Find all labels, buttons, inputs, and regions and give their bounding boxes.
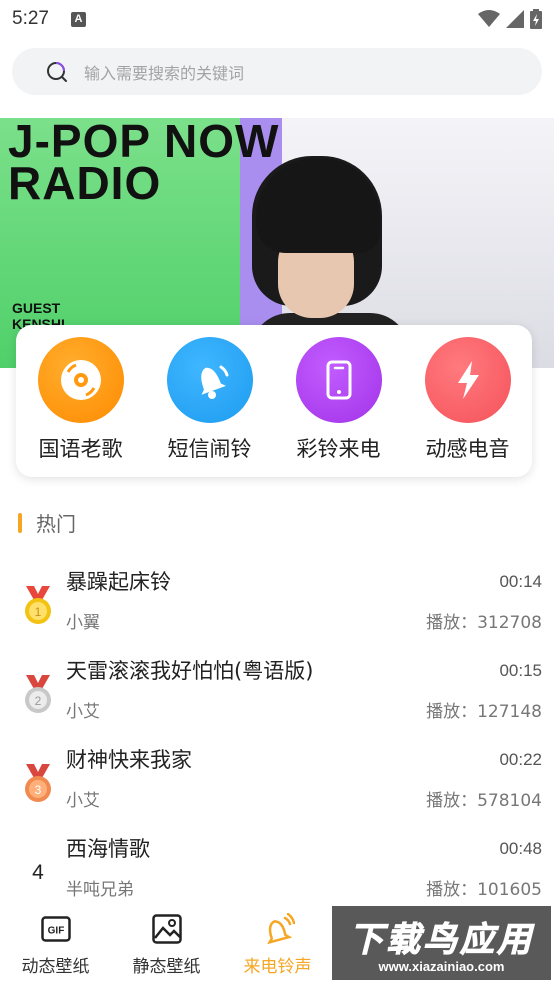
section-title: 热门 [36,512,76,536]
ringing-bell-icon [261,912,295,946]
category-icon-circle [166,337,253,423]
bronze-medal-icon: 3 [22,764,54,804]
tab-label: 静态壁纸 [132,957,201,977]
tab-live-wallpaper[interactable]: GIF 动态壁纸 [0,906,111,984]
bell-icon [200,365,228,399]
svg-text:1: 1 [35,605,42,619]
song-name: 财神快来我家 [66,748,192,772]
svg-text:GIF: GIF [47,926,64,937]
category-label: 国语老歌 [38,437,123,461]
song-artist: 小艾 [66,791,100,811]
svg-text:2: 2 [35,694,42,708]
category-icon-circle [295,337,382,423]
tab-label: 动态壁纸 [21,957,90,977]
tab-ringtones[interactable]: 来电铃声 [222,906,333,984]
banner-title: J-POP NOW RADIO [8,118,280,209]
cd-icon [60,360,101,400]
song-artist: 半吨兄弟 [66,880,134,900]
song-row[interactable]: 3 财神快来我家 小艾 00:22 播放：578104 [0,742,554,831]
image-icon [150,912,184,946]
watermark-title: 下载鸟应用 [349,920,534,961]
category-label: 彩铃来电 [296,437,381,461]
song-row[interactable]: 1 暴躁起床铃 小翼 00:14 播放：312708 [0,564,554,653]
category-icon-circle [37,337,124,423]
status-time: 5:27 [12,8,49,29]
song-name: 暴躁起床铃 [66,570,171,594]
song-play-count: 播放：127148 [426,702,542,722]
status-icons [478,9,542,29]
song-name: 天雷滚滚我好怕怕(粤语版) [66,659,314,683]
song-row[interactable]: 2 天雷滚滚我好怕怕(粤语版) 小艾 00:15 播放：127148 [0,653,554,742]
site-watermark: 下载鸟应用 www.xiazainiao.com [332,906,551,980]
section-header-hot: 热门 [18,508,76,537]
category-label: 动感电音 [425,437,510,461]
battery-icon [530,9,542,29]
gold-medal-icon: 1 [22,586,54,626]
svg-text:3: 3 [35,783,42,797]
status-bar: 5:27 A [0,0,554,38]
banner-title-line2: RADIO [8,157,162,209]
song-artist: 小艾 [66,702,100,722]
lightning-icon [457,361,479,399]
song-name: 西海情歌 [66,837,150,861]
category-caller-ringback[interactable]: 彩铃来电 [279,337,399,463]
phone-icon [326,360,351,400]
song-duration: 00:22 [499,750,542,769]
category-card: 国语老歌 短信闹铃 彩铃来电 动感电音 [16,325,532,477]
song-duration: 00:48 [499,839,542,858]
category-sms-alarm[interactable]: 短信闹铃 [150,337,270,463]
banner-title-line1: J-POP NOW [8,118,280,167]
search-icon [47,61,67,82]
tab-label: 来电铃声 [243,957,312,977]
song-duration: 00:14 [499,572,542,591]
song-artist: 小翼 [66,613,100,633]
search-placeholder: 输入需要搜索的关键词 [84,63,245,83]
tab-static-wallpaper[interactable]: 静态壁纸 [111,906,222,984]
category-icon-circle [424,337,511,423]
banner-guest-label: GUEST [12,300,61,316]
silver-medal-icon: 2 [22,675,54,715]
gif-icon: GIF [39,912,73,946]
rank-number: 4 [32,861,44,884]
search-bar[interactable]: 输入需要搜索的关键词 [12,48,542,95]
wifi-icon [478,10,500,27]
category-electronic[interactable]: 动感电音 [408,337,528,463]
song-play-count: 播放：101605 [426,880,542,900]
section-accent-bar [18,512,22,533]
song-play-count: 播放：312708 [426,613,542,633]
notification-a-icon: A [70,11,86,27]
song-duration: 00:15 [499,661,542,680]
signal-icon [506,10,524,28]
song-play-count: 播放：578104 [426,791,542,811]
watermark-url: www.xiazainiao.com [378,959,505,974]
category-mandarin-oldies[interactable]: 国语老歌 [21,337,141,463]
category-label: 短信闹铃 [167,437,252,461]
